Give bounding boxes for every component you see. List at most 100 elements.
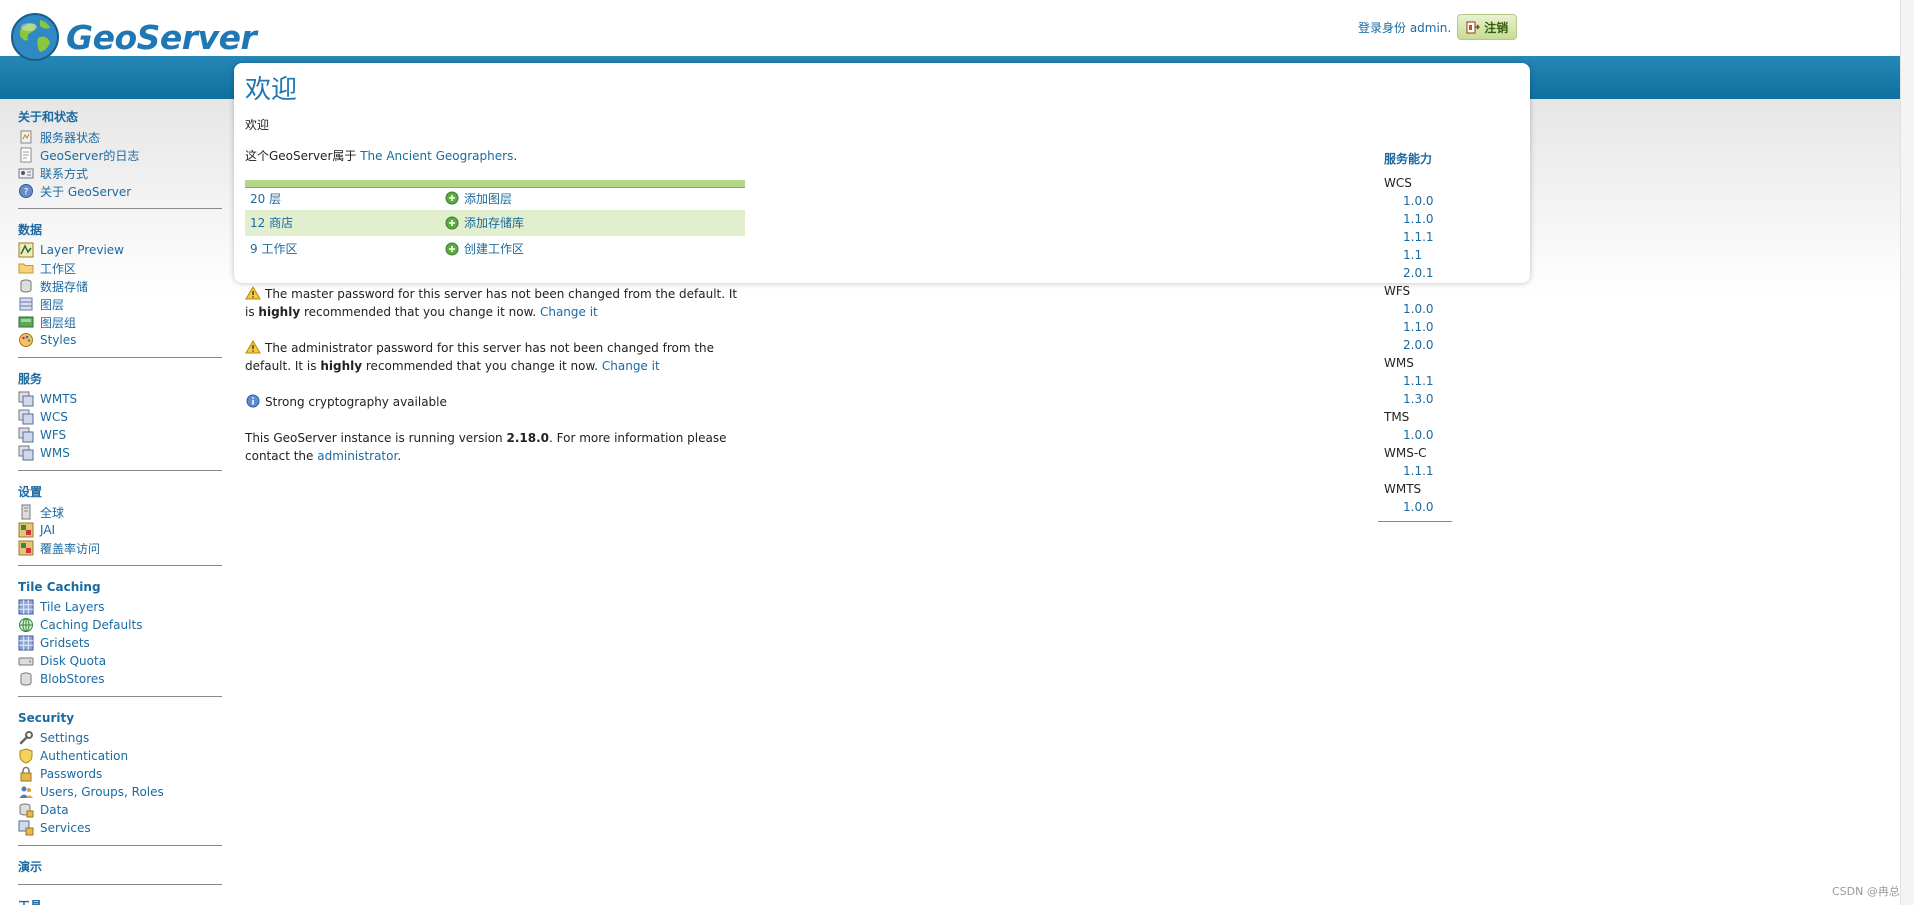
warning-icon — [245, 340, 261, 354]
sidebar-item-security-services[interactable]: Services — [18, 819, 222, 837]
nav-section-services: 服务 WMTS WCS WFS WMS — [18, 370, 222, 471]
sidebar-item-contact[interactable]: 联系方式 — [18, 164, 222, 182]
login-area: 登录身份 admin. 注销 — [1358, 14, 1518, 40]
logout-label: 注销 — [1484, 20, 1509, 35]
capability-version-link[interactable]: 1.1.0 — [1403, 320, 1434, 334]
add-icon — [445, 191, 459, 205]
globe-logo-icon — [11, 13, 59, 61]
welcome-text: 欢迎 — [245, 118, 270, 132]
sidebar-item-layer-groups[interactable]: 图层组 — [18, 313, 222, 331]
sidebar-item-server-status[interactable]: 服务器状态 — [18, 128, 222, 146]
create-workspace-link[interactable]: 创建工作区 — [445, 240, 745, 257]
layers-icon — [19, 297, 33, 311]
sidebar-item-disk-quota[interactable]: Disk Quota — [18, 652, 222, 670]
capability-service: WCS — [1384, 176, 1412, 190]
service-icon — [18, 391, 34, 407]
sidebar-item-layers[interactable]: 图层 — [18, 295, 222, 313]
capability-version-link[interactable]: 1.1.1 — [1403, 374, 1434, 388]
capability-version-link[interactable]: 1.0.0 — [1403, 302, 1434, 316]
disk-icon — [18, 657, 34, 666]
capabilities-title: 服务能力 — [1384, 152, 1433, 166]
stores-count-link[interactable]: 12 商店 — [250, 216, 293, 230]
nav-section-demos[interactable]: 演示 — [18, 858, 222, 885]
sidebar-item-jai[interactable]: JAI — [18, 521, 222, 539]
nav-heading-about: 关于和状态 — [18, 110, 79, 124]
folder-icon — [18, 263, 34, 274]
owner-link[interactable]: The Ancient Geographers — [360, 149, 513, 163]
sidebar-item-about[interactable]: ? 关于 GeoServer — [18, 182, 222, 200]
service-icon — [18, 445, 34, 461]
watermark: CSDN @冉总 — [1832, 885, 1900, 898]
page-scrollbar[interactable] — [1900, 0, 1914, 905]
nav-heading-demos: 演示 — [18, 860, 43, 874]
sidebar-item-blobstores[interactable]: BlobStores — [18, 670, 222, 688]
capability-version-link[interactable]: 1.0.0 — [1403, 428, 1434, 442]
header: GeoServer 登录身份 admin. 注销 — [0, 0, 1900, 61]
shield-icon — [19, 748, 33, 764]
service-icon — [18, 427, 34, 443]
server-status-icon — [20, 130, 32, 144]
capability-version-link[interactable]: 1.1.1 — [1403, 230, 1434, 244]
add-layer-link[interactable]: 添加图层 — [445, 190, 745, 207]
workspaces-count-link[interactable]: 9 工作区 — [250, 242, 297, 256]
capability-version-link[interactable]: 1.3.0 — [1403, 392, 1434, 406]
administrator-link[interactable]: administrator — [317, 449, 397, 463]
sidebar-item-caching-defaults[interactable]: Caching Defaults — [18, 616, 222, 634]
layer-group-icon — [18, 316, 34, 328]
sidebar-item-coverage-access[interactable]: 覆盖率访问 — [18, 539, 222, 557]
data-lock-icon — [19, 803, 34, 818]
nav-section-about: 关于和状态 服务器状态 GeoServer的日志 联系方式 ? 关于 GeoSe… — [18, 108, 222, 209]
capability-service: WMS — [1384, 356, 1414, 370]
grid-icon — [18, 599, 34, 615]
nav-heading-services: 服务 — [18, 372, 43, 386]
version-info: This GeoServer instance is running versi… — [245, 431, 727, 463]
database-icon — [20, 672, 32, 686]
layers-count-link[interactable]: 20 层 — [250, 192, 281, 206]
capabilities-divider — [1378, 521, 1452, 522]
sidebar-item-security-data[interactable]: Data — [18, 801, 222, 819]
sidebar-item-passwords[interactable]: Passwords — [18, 765, 222, 783]
grid-icon — [18, 635, 34, 651]
sidebar-item-workspaces[interactable]: 工作区 — [18, 259, 222, 277]
logout-button[interactable]: 注销 — [1457, 14, 1518, 40]
change-master-password-link[interactable]: Change it — [540, 305, 598, 319]
add-icon — [445, 242, 459, 255]
geoserver-logo[interactable]: GeoServer — [10, 12, 257, 62]
capability-version-link[interactable]: 1.1.0 — [1403, 212, 1434, 226]
capability-version-link[interactable]: 1.1 — [1403, 248, 1422, 262]
sidebar-item-wfs[interactable]: WFS — [18, 426, 222, 444]
login-status: 登录身份 admin. — [1358, 20, 1452, 35]
nav-heading-settings: 设置 — [18, 485, 43, 499]
sidebar-item-gridsets[interactable]: Gridsets — [18, 634, 222, 652]
nav-section-tools[interactable]: 工具 — [18, 897, 222, 905]
nav-heading-tools: 工具 — [18, 897, 222, 905]
sidebar-item-wcs[interactable]: WCS — [18, 408, 222, 426]
help-icon: ? — [19, 184, 33, 198]
sidebar-item-security-settings[interactable]: Settings — [18, 729, 222, 747]
sidebar-item-wmts[interactable]: WMTS — [18, 390, 222, 408]
sidebar-item-wms[interactable]: WMS — [18, 444, 222, 462]
sidebar-item-global[interactable]: 全球 — [18, 503, 222, 521]
crypto-info: Strong cryptography available — [245, 393, 745, 411]
sidebar: 关于和状态 服务器状态 GeoServer的日志 联系方式 ? 关于 GeoSe… — [18, 108, 222, 905]
lock-icon — [20, 766, 32, 782]
capability-version-link[interactable]: 1.1.1 — [1403, 464, 1434, 478]
add-store-link[interactable]: 添加存储库 — [445, 214, 745, 231]
capability-version-link[interactable]: 2.0.1 — [1403, 266, 1434, 280]
change-admin-password-link[interactable]: Change it — [602, 359, 660, 373]
table-row: 12 商店 添加存储库 — [245, 209, 745, 236]
stats-table: 20 层 添加图层 12 商店 添加存储库 9 工作区 创建工作区 — [245, 180, 745, 262]
page-title: 欢迎 — [245, 75, 298, 105]
sidebar-item-logs[interactable]: GeoServer的日志 — [18, 146, 222, 164]
capability-version-link[interactable]: 1.0.0 — [1403, 500, 1434, 514]
sidebar-item-authentication[interactable]: Authentication — [18, 747, 222, 765]
image-settings-icon — [18, 522, 34, 538]
sidebar-item-layer-preview[interactable]: Layer Preview — [18, 241, 222, 259]
sidebar-item-tile-layers[interactable]: Tile Layers — [18, 598, 222, 616]
document-icon — [20, 147, 32, 163]
capability-version-link[interactable]: 2.0.0 — [1403, 338, 1434, 352]
sidebar-item-stores[interactable]: 数据存储 — [18, 277, 222, 295]
capability-version-link[interactable]: 1.0.0 — [1403, 194, 1434, 208]
sidebar-item-styles[interactable]: Styles — [18, 331, 222, 349]
sidebar-item-users-groups-roles[interactable]: Users, Groups, Roles — [18, 783, 222, 801]
